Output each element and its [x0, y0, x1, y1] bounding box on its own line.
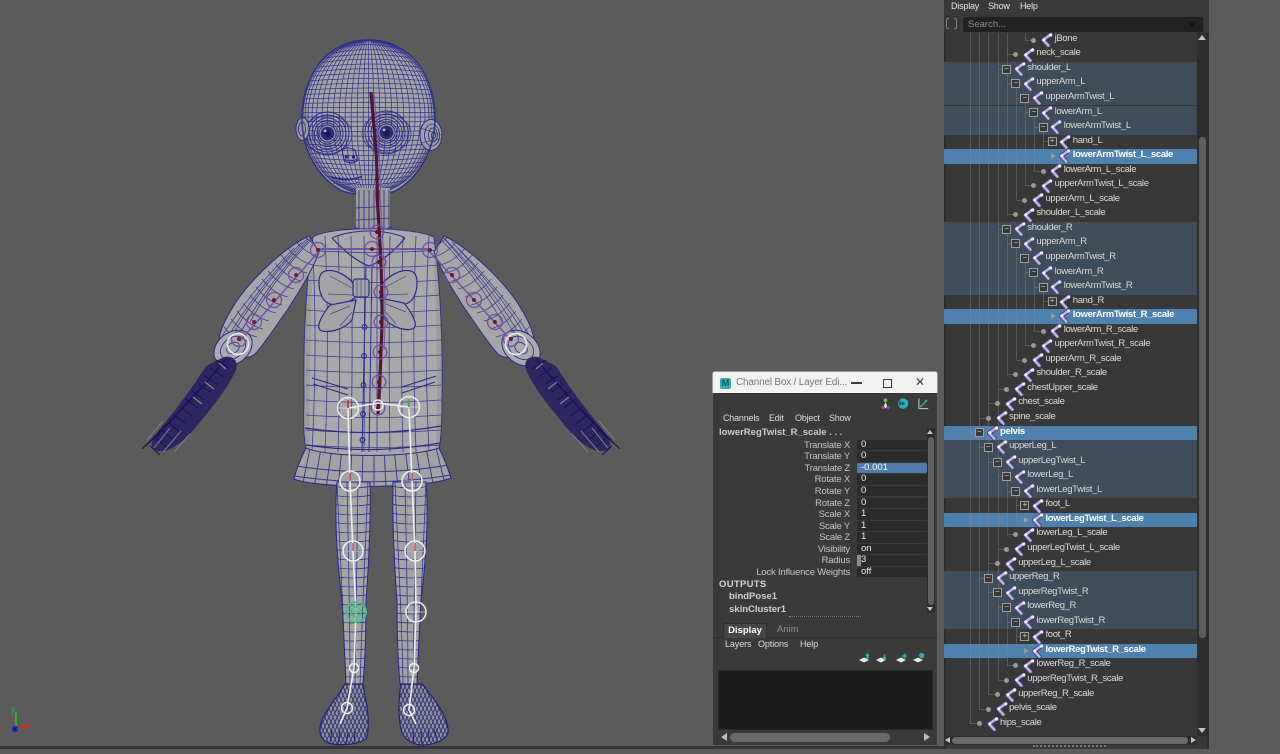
svg-text:y: y — [11, 704, 16, 714]
